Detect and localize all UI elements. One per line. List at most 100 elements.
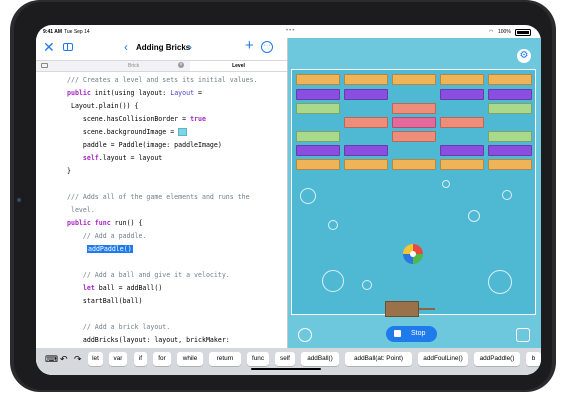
settings-gear-icon[interactable]: ⚙ xyxy=(517,49,531,63)
brick xyxy=(488,145,532,156)
brick xyxy=(488,159,532,170)
add-plus-icon[interactable]: + xyxy=(245,37,254,54)
code-type: Layout xyxy=(170,89,195,97)
bubble-decoration xyxy=(362,280,372,290)
code-text: init(using layout: xyxy=(90,89,171,97)
undo-icon[interactable]: ↶ xyxy=(60,352,68,366)
battery-icon xyxy=(515,29,531,36)
brick xyxy=(296,131,340,142)
stop-button[interactable]: Stop xyxy=(386,326,437,342)
file-tab-bar: Brick × Level xyxy=(36,60,287,72)
brick xyxy=(296,74,340,85)
bubble-decoration xyxy=(468,210,480,222)
close-tab-icon[interactable]: × xyxy=(178,62,184,68)
shortcut-addpaddle[interactable]: addPaddle() xyxy=(474,352,520,366)
redo-icon[interactable]: ↷ xyxy=(74,352,82,366)
page-title: Adding Bricks xyxy=(136,43,191,52)
shortcut-func[interactable]: func xyxy=(247,352,269,366)
shortcut-addball-at-point[interactable]: addBall(at: Point) xyxy=(345,352,412,366)
brick xyxy=(296,89,340,100)
code-line: scene.hasCollisionBorder = true xyxy=(67,115,206,123)
shortcut-addball[interactable]: addBall() xyxy=(301,352,339,366)
code-text: = xyxy=(194,89,203,97)
shortcut-while[interactable]: while xyxy=(177,352,203,366)
code-line: // Add a brick layout. xyxy=(67,323,170,331)
keyboard-icon[interactable]: ⌨ xyxy=(45,352,58,366)
brick xyxy=(344,117,388,128)
brick xyxy=(392,74,436,85)
code-keyword: self xyxy=(67,154,99,162)
brick xyxy=(344,74,388,85)
brick xyxy=(296,159,340,170)
multitasking-dots-icon[interactable]: ••• xyxy=(286,28,295,34)
sidebar-toggle-icon[interactable] xyxy=(63,43,73,51)
brick xyxy=(488,89,532,100)
code-line: startBall(ball) xyxy=(67,297,143,305)
game-paddle[interactable] xyxy=(385,301,419,317)
tab-overview-icon[interactable] xyxy=(41,63,48,68)
code-line: paddle = Paddle(image: paddleImage) xyxy=(67,141,222,149)
expand-view-icon[interactable] xyxy=(516,328,530,342)
navigation-bar: ✕ ‹ Adding Bricks › + ··· xyxy=(36,37,287,57)
brick xyxy=(392,131,436,142)
code-comment: // Add a ball and give it a velocity. xyxy=(67,271,230,279)
status-time: 9:41 AM xyxy=(43,29,62,35)
brick xyxy=(488,103,532,114)
brick xyxy=(440,159,484,170)
brick xyxy=(440,145,484,156)
home-indicator xyxy=(251,368,321,370)
code-text: Layout.plain()) { xyxy=(67,102,139,110)
brick xyxy=(392,159,436,170)
shortcut-return[interactable]: return xyxy=(209,352,241,366)
stop-button-label: Stop xyxy=(411,330,426,337)
shortcut-self[interactable]: self xyxy=(275,352,295,366)
shortcut-addfoulline[interactable]: addFoulLine() xyxy=(418,352,468,366)
brick xyxy=(296,103,340,114)
code-line: // Add a paddle. xyxy=(67,232,147,240)
bubble-decoration xyxy=(502,190,512,200)
shortcut-for[interactable]: for xyxy=(153,352,171,366)
code-text: run() { xyxy=(110,219,143,227)
code-keyword: func xyxy=(90,219,111,227)
code-text: startBall(ball) xyxy=(67,297,143,305)
code-line: let ball = addBall() xyxy=(67,284,162,292)
code-comment: /// Creates a level and sets its initial… xyxy=(67,76,258,84)
tab-level[interactable]: Level xyxy=(190,61,287,71)
code-editor-pane: ✕ ‹ Adding Bricks › + ··· Brick × Level … xyxy=(36,37,287,375)
speed-gauge-icon[interactable] xyxy=(298,328,312,342)
shortcut-let[interactable]: let xyxy=(88,352,103,366)
code-keyword: true xyxy=(190,115,206,123)
selected-placeholder-token[interactable]: addPaddle() xyxy=(87,245,133,253)
code-comment: /// Adds all of the game elements and ru… xyxy=(67,193,250,201)
code-line: level. xyxy=(67,206,95,214)
status-date: Tue Sep 14 xyxy=(64,29,90,35)
code-text: paddle = Paddle(image: paddleImage) xyxy=(67,141,222,149)
brick xyxy=(392,103,436,114)
brick xyxy=(344,145,388,156)
code-line: public func run() { xyxy=(67,219,142,227)
brick xyxy=(440,117,484,128)
code-line: // Add a ball and give it a velocity. xyxy=(67,271,230,279)
previous-page-chevron-icon[interactable]: ‹ xyxy=(124,40,128,54)
bubble-decoration xyxy=(300,188,316,204)
close-icon[interactable]: ✕ xyxy=(43,39,55,56)
shortcut-var[interactable]: var xyxy=(109,352,127,366)
code-text: addBricks(layout: layout, brickMaker: xyxy=(67,336,230,344)
code-line: } xyxy=(67,167,71,175)
game-board[interactable] xyxy=(291,69,536,317)
more-options-icon[interactable]: ··· xyxy=(261,41,273,53)
code-line: addPaddle() xyxy=(87,245,133,253)
next-page-chevron-icon[interactable]: › xyxy=(188,40,192,54)
game-ball xyxy=(403,244,423,264)
shortcut-more[interactable]: b xyxy=(526,352,541,366)
tab-brick[interactable]: Brick xyxy=(128,63,139,69)
brick xyxy=(440,89,484,100)
background-image-swatch[interactable] xyxy=(178,128,188,136)
code-line: /// Creates a level and sets its initial… xyxy=(67,76,258,84)
code-comment: // Add a brick layout. xyxy=(67,323,171,331)
status-bar: 9:41 AM Tue Sep 14 ••• ◠ 100% xyxy=(36,25,541,38)
brick xyxy=(344,89,388,100)
code-keyword: public xyxy=(67,89,91,97)
live-view-pane: ⚙ Stop xyxy=(288,38,541,375)
shortcut-if[interactable]: if xyxy=(134,352,147,366)
